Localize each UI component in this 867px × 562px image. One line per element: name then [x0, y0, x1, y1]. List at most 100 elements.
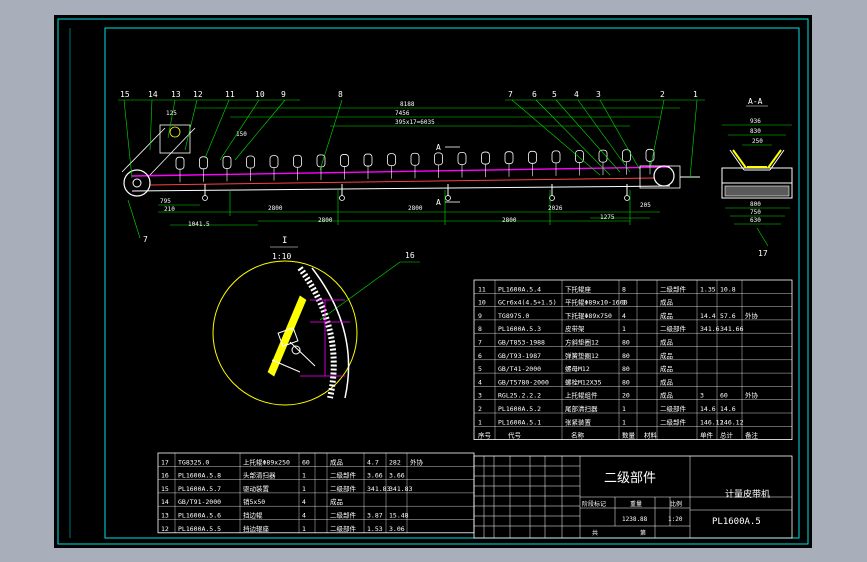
table-cell: 341.83	[389, 485, 413, 493]
table-cell: 二级部件	[330, 484, 357, 493]
side-leader-17: 17	[758, 249, 768, 258]
table-cell: 尾部清扫器	[565, 404, 598, 413]
table-cell: 1	[622, 325, 626, 333]
table-cell: 1	[302, 525, 306, 533]
table-cell: 14.4	[700, 312, 716, 320]
table-cell: PL1600A.5.3	[498, 325, 541, 333]
table-cell: 10	[478, 299, 486, 307]
table-cell: 张紧装置	[565, 417, 592, 426]
table-cell: 成品	[660, 298, 673, 307]
table-cell: PL1600A.5.2	[498, 405, 541, 413]
table-cell: 15	[161, 485, 169, 493]
table-cell: 341.83	[367, 485, 391, 493]
dim-1275: 1275	[600, 214, 615, 221]
table-cell: 3.87	[367, 512, 383, 520]
table-cell: 12	[161, 525, 169, 533]
callout-14: 14	[148, 90, 158, 99]
dim-seg5: 2026	[548, 205, 563, 212]
table-cell: 下托辊Φ89x750	[565, 311, 612, 320]
callout-15: 15	[120, 90, 130, 99]
side-dim-750: 750	[750, 209, 761, 216]
table-cell: GB/T5780-2000	[498, 378, 549, 386]
table-cell: 方斜垫圈12	[565, 338, 599, 347]
dim-210: 210	[164, 206, 175, 213]
dim-pitch: 395x17=6035	[395, 119, 435, 126]
table-cell: 成品	[660, 391, 673, 400]
title-drawing-no: PL1600A.5	[712, 517, 761, 527]
callout-7: 7	[508, 90, 513, 99]
table-cell: PL1600A.5.6	[178, 512, 221, 520]
table-cell: 二级部件	[660, 324, 687, 333]
table-cell: 60	[302, 458, 310, 466]
table-cell: 成品	[660, 377, 673, 386]
table-cell: 3.66	[389, 472, 405, 480]
callout-1: 1	[693, 90, 698, 99]
table-cell: 9	[478, 312, 482, 320]
table-cell: 二级部件	[330, 524, 357, 533]
callout-11: 11	[225, 90, 235, 99]
table-cell: 282	[389, 458, 401, 466]
table-cell: 螺栓M12X35	[565, 377, 602, 386]
table-cell: 成品	[660, 311, 673, 320]
table-cell: 60	[720, 392, 728, 400]
callout-5: 5	[552, 90, 557, 99]
table-cell: 341.6	[700, 325, 720, 333]
callout-3: 3	[596, 90, 601, 99]
table-cell: 外协	[745, 391, 759, 400]
callout-6: 6	[532, 90, 537, 99]
table-cell: 下托辊座	[565, 284, 592, 293]
drawing-sheet	[54, 15, 812, 548]
table-cell: 驱动装置	[243, 484, 270, 493]
title-sheet-no: 第	[640, 529, 646, 537]
callout-2: 2	[660, 90, 665, 99]
table-cell: 二级部件	[330, 511, 357, 520]
table-cell: 15.48	[389, 512, 409, 520]
side-dim-250: 250	[752, 138, 763, 145]
side-dim-936: 936	[750, 118, 761, 125]
side-dim-800: 800	[750, 201, 761, 208]
side-dim-630: 630	[750, 217, 761, 224]
table-cell: 3	[700, 392, 704, 400]
table-cell: 二级部件	[660, 404, 687, 413]
table-cell: GB/T91-2000	[178, 498, 221, 506]
title-part-type: 二级部件	[604, 471, 656, 486]
table-cell: 1.53	[367, 525, 383, 533]
side-dim-830: 830	[750, 128, 761, 135]
title-stage-label: 阶段标记	[582, 500, 606, 508]
table-cell: 80	[622, 352, 630, 360]
table-cell: 80	[622, 378, 630, 386]
table-cell: 成品	[660, 364, 673, 373]
table-cell: 二级部件	[660, 284, 687, 293]
table-cell: 1	[622, 299, 626, 307]
table-header-cell: 代号	[508, 431, 522, 440]
table-cell: 13	[161, 512, 169, 520]
table-cell: 成品	[330, 497, 343, 506]
table-cell: 80	[622, 365, 630, 373]
table-cell: 14.6	[720, 405, 736, 413]
callout-10: 10	[255, 90, 265, 99]
title-weight-label: 重量	[630, 500, 642, 508]
dim-150: 150	[236, 131, 247, 138]
table-cell: TG8325.0	[178, 458, 209, 466]
table-cell: 57.6	[720, 312, 736, 320]
table-cell: 16	[161, 472, 169, 480]
table-cell: 14.6	[700, 405, 716, 413]
table-cell: RGL25.2.2.2	[498, 392, 541, 400]
callout-7b: 7	[143, 235, 148, 244]
table-cell: 平托辊Φ89x10-1600	[565, 298, 628, 307]
table-cell: 5	[478, 365, 482, 373]
table-cell: 1	[622, 405, 626, 413]
callout-8: 8	[338, 90, 343, 99]
table-cell: PL1600A.5.1	[498, 418, 541, 426]
table-cell: 8	[478, 325, 482, 333]
dim-205: 205	[640, 202, 651, 209]
table-cell: 1.35	[700, 285, 716, 293]
detail-scale: 1:10	[272, 252, 291, 261]
table-cell: 4	[478, 378, 482, 386]
table-cell: 二级部件	[660, 417, 687, 426]
dim-overall: 8188	[400, 101, 415, 108]
table-header-cell: 名称	[571, 431, 585, 440]
table-cell: 1	[622, 418, 626, 426]
table-header-cell: 数量	[622, 431, 636, 440]
table-cell: TG8975.0	[498, 312, 529, 320]
